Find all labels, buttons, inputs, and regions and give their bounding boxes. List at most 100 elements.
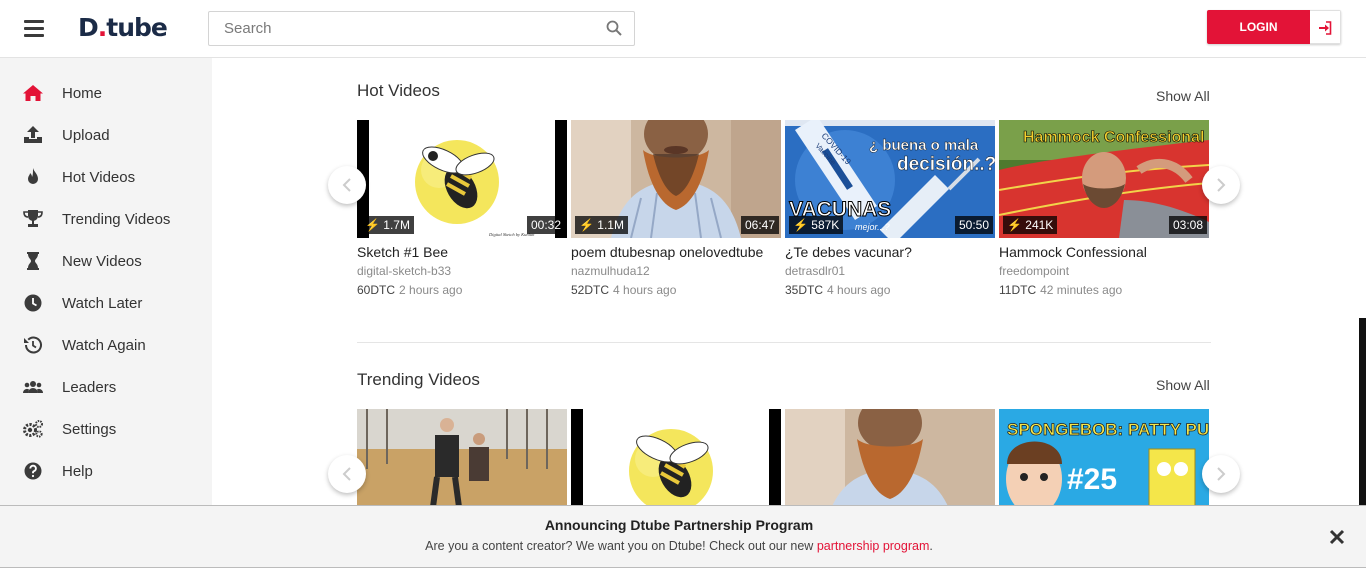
mejor-text: mejor...? — [855, 222, 890, 232]
trending-prev-arrow[interactable] — [328, 455, 366, 493]
question-line-2: decisión..? — [897, 154, 995, 175]
chevron-right-icon — [1217, 467, 1226, 481]
episode-number-text: #25 — [1067, 463, 1117, 496]
views-badge: ⚡ 1.1M — [575, 216, 628, 234]
video-card[interactable]: Hammock Confessional ⚡ 241K 03:08 Hammoc… — [999, 120, 1209, 297]
question-line-1: ¿ buena o mala — [869, 137, 979, 154]
duration-badge: 00:32 — [526, 216, 565, 234]
video-card[interactable]: ⚡ 1.1M 06:47 poem dtubesnap onelovedtube… — [571, 120, 781, 297]
duration-badge: 50:50 — [954, 216, 993, 234]
sidebar-item-leaders[interactable]: Leaders — [0, 366, 212, 408]
dtube-logo[interactable]: D.tube — [78, 13, 168, 42]
views-badge: ⚡ 241K — [1003, 216, 1058, 234]
sidebar-item-label: Help — [62, 463, 93, 480]
video-meta: 60DTC 2 hours ago — [357, 283, 462, 297]
video-meta: 35DTC 4 hours ago — [785, 283, 890, 297]
views-badge: ⚡ 587K — [789, 216, 844, 234]
video-title[interactable]: poem dtubesnap onelovedtube — [571, 244, 763, 260]
search-icon[interactable] — [606, 20, 622, 36]
upload-icon — [24, 126, 42, 143]
login-button[interactable]: LOGIN — [1207, 10, 1341, 44]
sidebar-item-label: Watch Later — [62, 295, 143, 312]
video-thumbnail[interactable]: COVID-19 Vaccine ¿ buena o mala decisión… — [785, 120, 995, 238]
sidebar-item-label: Watch Again — [62, 337, 146, 354]
sign-in-icon[interactable] — [1310, 10, 1341, 44]
banner-title: Announcing Dtube Partnership Program — [544, 517, 814, 533]
video-dtc: 60DTC — [357, 283, 396, 297]
search-input[interactable] — [209, 12, 599, 45]
hourglass-icon — [27, 252, 39, 270]
search-box — [208, 11, 635, 46]
hot-prev-arrow[interactable] — [328, 166, 366, 204]
sidebar-item-label: Settings — [62, 421, 117, 438]
trophy-icon — [23, 210, 43, 227]
hammock-title-text: Hammock Confessional — [1023, 129, 1204, 146]
video-author[interactable]: digital-sketch-b33 — [357, 264, 451, 278]
video-age: 4 hours ago — [613, 283, 677, 297]
sidebar-item-watch-again[interactable]: Watch Again — [0, 324, 212, 366]
sidebar-item-help[interactable]: Help — [0, 450, 212, 492]
views-badge: ⚡ 1.7M — [361, 216, 414, 234]
question-icon — [24, 462, 42, 480]
video-title[interactable]: ¿Te debes vacunar? — [785, 244, 912, 260]
close-icon[interactable] — [1328, 528, 1346, 546]
chevron-right-icon — [1217, 178, 1226, 192]
video-card[interactable]: Digital Sketch by Kunlun ⚡ 1.7M 00:32 Sk… — [357, 120, 567, 297]
video-thumbnail[interactable]: ⚡ 1.1M 06:47 — [571, 120, 781, 238]
video-author[interactable]: freedompoint — [999, 264, 1069, 278]
video-meta: 52DTC 4 hours ago — [571, 283, 676, 297]
trending-videos-title: Trending Videos — [357, 370, 480, 389]
video-thumbnail[interactable]: Digital Sketch by Kunlun ⚡ 1.7M 00:32 — [357, 120, 567, 238]
section-divider — [357, 342, 1211, 343]
top-header: D.tube LOGIN — [0, 0, 1366, 58]
video-meta: 11DTC 42 minutes ago — [999, 283, 1122, 297]
hamburger-menu-icon[interactable] — [24, 20, 44, 38]
video-thumbnail[interactable]: Hammock Confessional ⚡ 241K 03:08 — [999, 120, 1209, 238]
sidebar-item-label: Upload — [62, 127, 110, 144]
history-icon — [24, 336, 42, 354]
video-age: 2 hours ago — [399, 283, 463, 297]
sidebar: Home Upload Hot Videos Trending Videos N… — [0, 58, 212, 568]
video-card[interactable]: COVID-19 Vaccine ¿ buena o mala decisión… — [785, 120, 995, 297]
sidebar-item-label: Leaders — [62, 379, 117, 396]
users-icon — [22, 381, 44, 393]
trending-next-arrow[interactable] — [1202, 455, 1240, 493]
video-age: 4 hours ago — [827, 283, 891, 297]
video-title[interactable]: Hammock Confessional — [999, 244, 1147, 260]
sidebar-item-home[interactable]: Home — [0, 72, 212, 114]
video-author[interactable]: detrasdlr01 — [785, 264, 845, 278]
trending-show-all-link[interactable]: Show All — [1156, 377, 1210, 393]
chevron-left-icon — [342, 467, 351, 481]
login-label[interactable]: LOGIN — [1207, 10, 1310, 44]
chevron-left-icon — [342, 178, 351, 192]
video-dtc: 11DTC — [999, 283, 1037, 297]
hot-next-arrow[interactable] — [1202, 166, 1240, 204]
video-author[interactable]: nazmulhuda12 — [571, 264, 650, 278]
sidebar-item-label: Home — [62, 85, 103, 102]
partnership-link[interactable]: partnership program — [817, 539, 930, 553]
partnership-banner: Announcing Dtube Partnership Program Are… — [0, 505, 1366, 568]
duration-badge: 06:47 — [740, 216, 779, 234]
gears-icon — [23, 420, 43, 438]
sidebar-item-label: Trending Videos — [62, 211, 171, 228]
sidebar-item-label: Hot Videos — [62, 169, 136, 186]
sidebar-item-hot-videos[interactable]: Hot Videos — [0, 156, 212, 198]
main-content: Hot Videos Show All Digital Sketch by Ku… — [212, 58, 1366, 568]
sidebar-item-new-videos[interactable]: New Videos — [0, 240, 212, 282]
duration-badge: 03:08 — [1168, 216, 1207, 234]
sidebar-item-upload[interactable]: Upload — [0, 114, 212, 156]
hot-videos-title: Hot Videos — [357, 81, 440, 100]
video-title[interactable]: Sketch #1 Bee — [357, 244, 448, 260]
video-age: 42 minutes ago — [1040, 283, 1123, 297]
video-dtc: 52DTC — [571, 283, 610, 297]
sidebar-item-settings[interactable]: Settings — [0, 408, 212, 450]
sidebar-item-watch-later[interactable]: Watch Later — [0, 282, 212, 324]
clock-icon — [24, 294, 42, 312]
hot-show-all-link[interactable]: Show All — [1156, 88, 1210, 104]
banner-text: Are you a content creator? We want you o… — [425, 539, 933, 553]
video-dtc: 35DTC — [785, 283, 824, 297]
scrollbar-thumb[interactable] — [1359, 318, 1366, 505]
sidebar-item-label: New Videos — [62, 253, 142, 270]
sidebar-item-trending-videos[interactable]: Trending Videos — [0, 198, 212, 240]
flame-icon — [28, 168, 38, 184]
